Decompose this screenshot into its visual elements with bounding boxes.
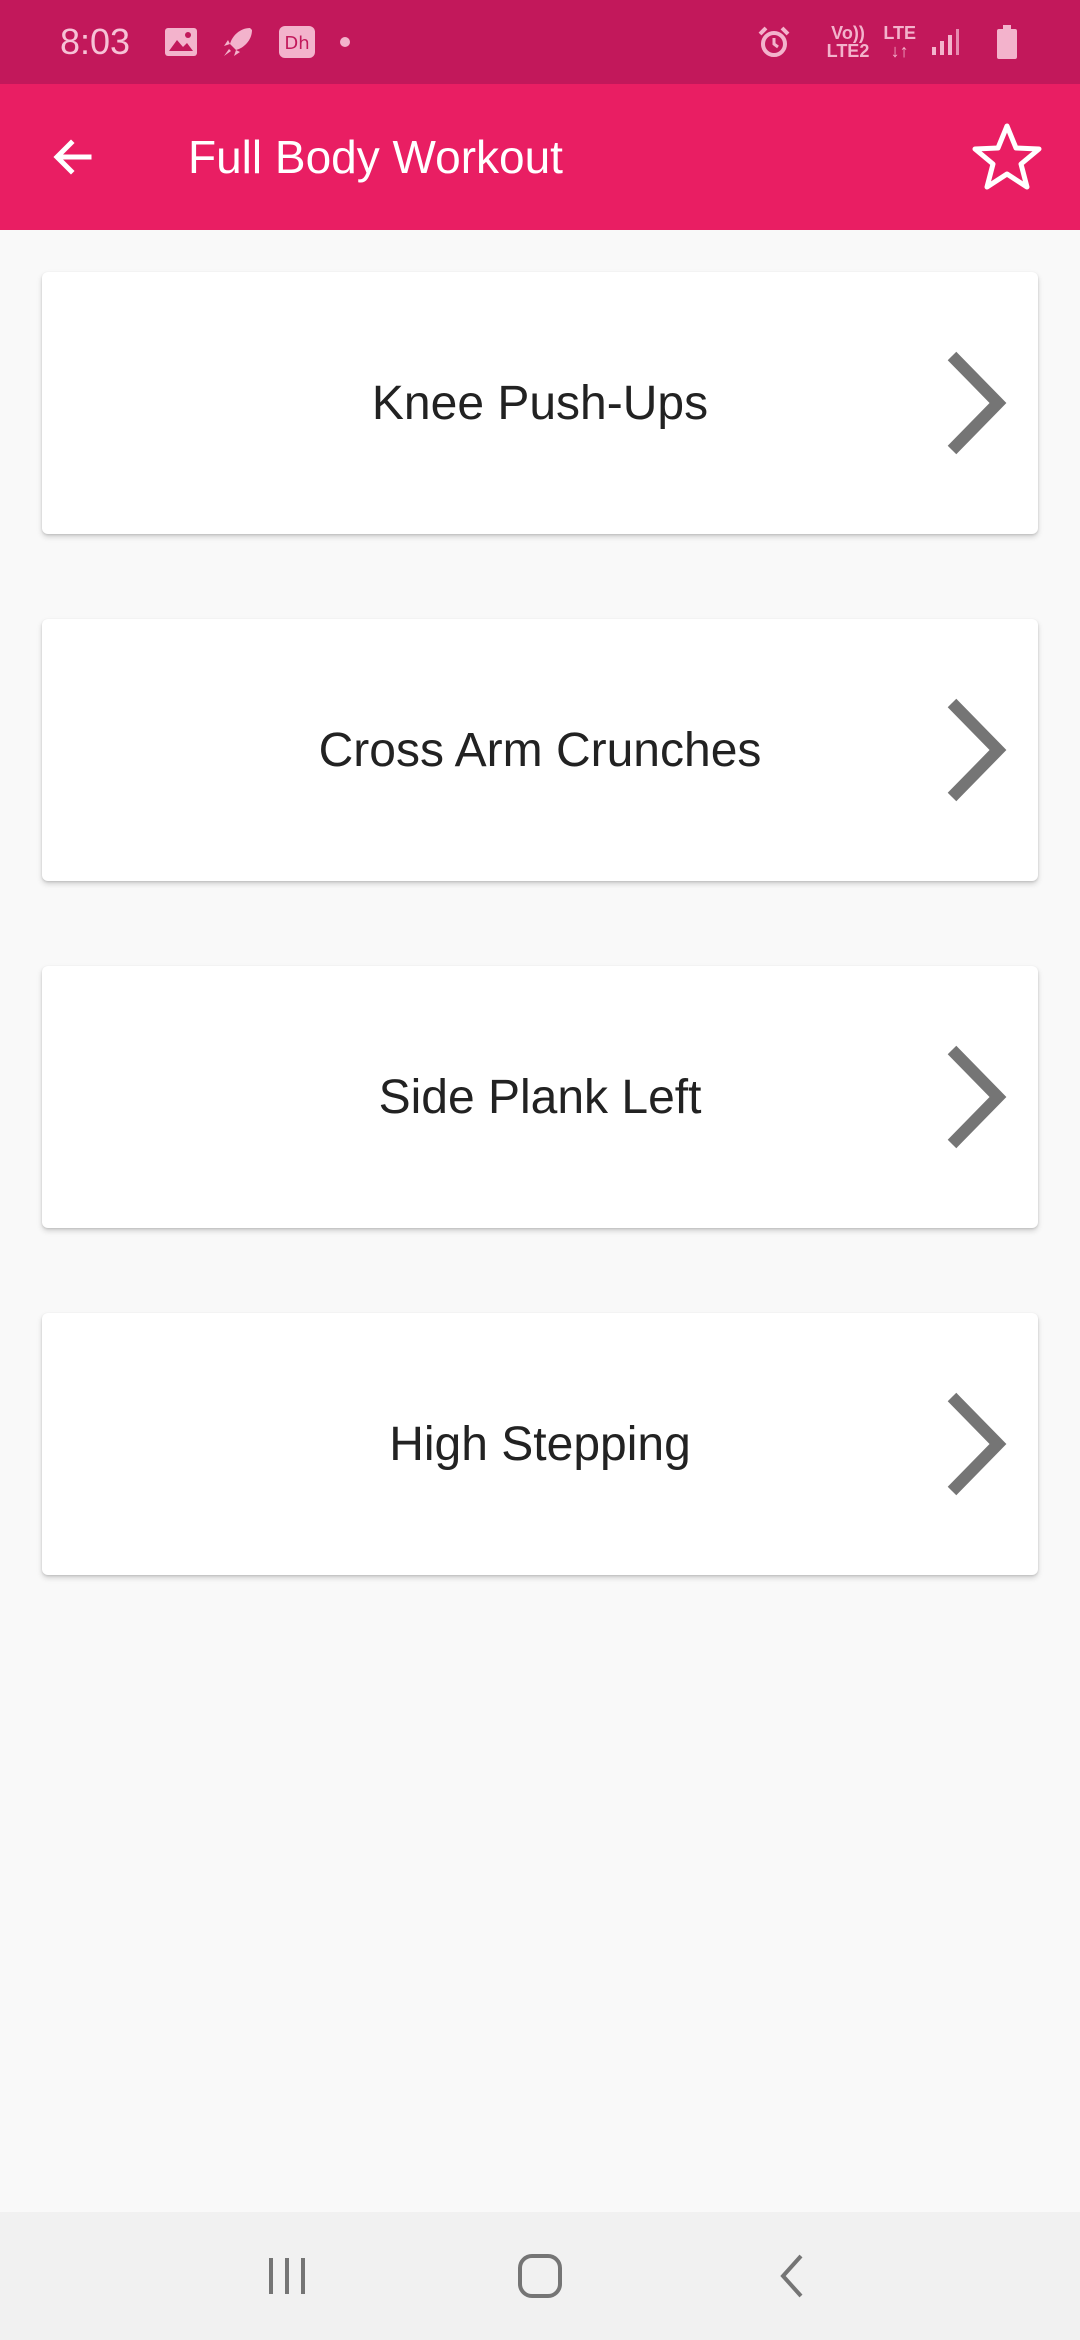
back-icon xyxy=(780,2254,803,2298)
network-text: LTE xyxy=(883,23,916,43)
volte-top-text: Vo)) xyxy=(831,23,865,43)
page-title: Full Body Workout xyxy=(188,131,563,183)
exercise-card[interactable]: Side Plank Left xyxy=(42,966,1038,1228)
exercise-label: High Stepping xyxy=(389,1417,691,1471)
back-button[interactable] xyxy=(0,84,146,230)
exercise-label: Side Plank Left xyxy=(378,1070,702,1124)
notification-dot-icon xyxy=(338,35,352,49)
favorite-button[interactable] xyxy=(934,84,1080,230)
exercise-card[interactable]: High Stepping xyxy=(42,1313,1038,1575)
chevron-right-icon xyxy=(947,351,1007,455)
home-icon xyxy=(517,2254,562,2298)
disney-hotstar-icon: Dh xyxy=(278,25,316,59)
rocket-icon xyxy=(220,24,256,60)
star-outline-icon xyxy=(972,123,1042,190)
data-arrows-icon: ↓↑ xyxy=(890,41,909,61)
volte-indicator: Vo)) LTE2 xyxy=(827,24,870,60)
svg-text:Dh: Dh xyxy=(284,33,309,54)
recent-apps-icon xyxy=(268,2258,305,2294)
app-bar: Full Body Workout xyxy=(0,84,1080,230)
back-nav-button[interactable] xyxy=(733,2226,853,2326)
chevron-right-icon xyxy=(947,698,1007,802)
home-button[interactable] xyxy=(480,2226,600,2326)
signal-icon xyxy=(930,27,960,57)
arrow-left-icon xyxy=(53,139,92,175)
volte-bottom-text: LTE2 xyxy=(826,41,870,61)
battery-icon xyxy=(996,24,1018,60)
alarm-icon xyxy=(757,25,791,59)
chevron-right-icon xyxy=(947,1045,1007,1149)
exercise-label: Knee Push-Ups xyxy=(371,376,709,430)
system-nav-bar xyxy=(0,2212,1080,2340)
status-bar: 8:03 Dh Vo)) LTE2 LTE ↓↑ xyxy=(0,0,1080,84)
status-time: 8:03 xyxy=(60,21,131,62)
network-indicator: LTE ↓↑ xyxy=(883,24,916,60)
exercise-card[interactable]: Cross Arm Crunches xyxy=(42,619,1038,881)
exercise-card[interactable]: Knee Push-Ups xyxy=(42,272,1038,534)
exercise-list: Knee Push-Ups Cross Arm Crunches Side Pl… xyxy=(42,272,1038,1660)
gallery-icon xyxy=(164,27,198,57)
chevron-right-icon xyxy=(947,1392,1007,1496)
exercise-label: Cross Arm Crunches xyxy=(318,723,762,777)
recent-apps-button[interactable] xyxy=(227,2226,347,2326)
